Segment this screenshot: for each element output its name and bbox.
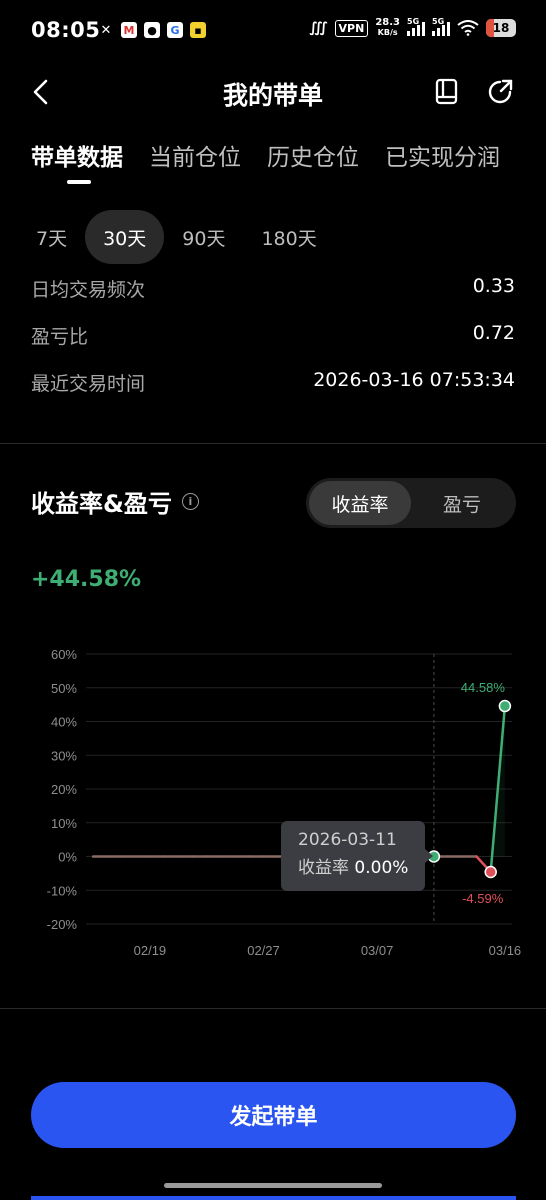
section-title-text: 收益率&盈亏 (31, 490, 172, 518)
return-rate-value: +44.58% (31, 567, 142, 592)
y-tick-label: 50% (51, 681, 77, 696)
max-label: 44.58% (461, 680, 506, 695)
vpn-badge: VPN (334, 19, 369, 37)
tab-copy-data[interactable]: 带单数据 (31, 138, 123, 172)
book-icon[interactable] (434, 78, 460, 106)
stat-row-pl-ratio: 盈亏比 0.72 (31, 322, 515, 349)
network-speed-value: 28.3 (375, 17, 400, 28)
section-divider (0, 443, 546, 444)
y-tick-label: 40% (51, 715, 77, 730)
x-tick-label: 02/27 (247, 943, 280, 958)
stat-label: 盈亏比 (31, 326, 89, 348)
period-180d[interactable]: 180天 (243, 210, 334, 264)
period-selector: 7天 30天 90天 180天 (18, 210, 335, 264)
page-title: 我的带单 (222, 81, 323, 110)
period-30d[interactable]: 30天 (85, 210, 165, 264)
browser-icon: G (167, 22, 183, 38)
section-divider-2 (0, 1008, 546, 1009)
x-icon: ✕ (100, 22, 112, 38)
period-90d[interactable]: 90天 (164, 210, 243, 264)
gmail-icon: M (121, 22, 137, 38)
info-icon[interactable]: i (181, 493, 199, 510)
battery-level: 18 (492, 21, 510, 35)
network-type-1: 5G (407, 17, 420, 26)
y-tick-label: 0% (58, 850, 77, 865)
section-title: 收益率&盈亏 i (31, 484, 199, 519)
toggle-return-rate[interactable]: 收益率 (309, 481, 411, 525)
tab-indicator (67, 180, 91, 184)
qq-icon: ● (144, 22, 160, 38)
stat-row-last-trade: 最近交易时间 2026-03-16 07:53:34 (31, 369, 515, 396)
period-7d[interactable]: 7天 (18, 210, 85, 264)
max-point (498, 699, 512, 713)
y-tick-label: -10% (47, 883, 78, 898)
network-speed: 28.3 KB/s (375, 18, 400, 38)
network-type-2: 5G (432, 17, 445, 26)
stat-value: 0.72 (472, 322, 515, 344)
share-icon[interactable] (486, 78, 514, 106)
min-point (484, 865, 497, 879)
min-label: -4.59% (462, 891, 504, 906)
system-icons: ∭ VPN 28.3 KB/s 5G 5G 18 (309, 17, 516, 38)
x-tick-label: 03/07 (361, 943, 394, 958)
home-indicator[interactable] (164, 1183, 382, 1188)
notification-icons: ✕ M ● G ▪ (98, 22, 206, 38)
x-tick-label: 02/19 (134, 943, 167, 958)
stat-value: 2026-03-16 07:53:34 (313, 369, 515, 391)
stat-label: 日均交易频次 (31, 279, 146, 301)
signal-icon: 5G (407, 17, 425, 36)
signal-icon-2: 5G (432, 17, 450, 36)
wifi-icon (457, 20, 479, 36)
tooltip-label: 收益率 (298, 858, 349, 878)
stat-row-frequency: 日均交易频次 0.33 (31, 275, 515, 302)
network-speed-unit: KB/s (377, 28, 398, 37)
chart-mode-toggle: 收益率 盈亏 (306, 478, 516, 528)
stat-label: 最近交易时间 (31, 373, 146, 395)
x-tick-label: 03/16 (489, 943, 522, 958)
status-time: 08:05 (31, 18, 101, 42)
toggle-profit-loss[interactable]: 盈亏 (411, 481, 513, 525)
status-bar: 08:05 ✕ M ● G ▪ ∭ VPN 28.3 KB/s 5G 5G 18 (0, 0, 546, 62)
battery-icon: 18 (486, 19, 516, 37)
tooltip-value: 0.00% (354, 858, 409, 878)
y-tick-label: 20% (51, 782, 77, 797)
app-icon: ▪ (190, 22, 206, 38)
y-tick-label: 60% (51, 647, 77, 662)
tooltip-row: 收益率 0.00% (298, 853, 425, 878)
y-tick-label: 30% (51, 748, 77, 763)
tooltip-date: 2026-03-11 (298, 830, 397, 850)
main-tabs: 带单数据 当前仓位 历史仓位 已实现分润 (31, 138, 500, 172)
start-copy-trading-button[interactable]: 发起带单 (31, 1082, 516, 1148)
tab-current-positions[interactable]: 当前仓位 (149, 138, 241, 172)
y-tick-label: 10% (51, 816, 77, 831)
y-tick-label: -20% (47, 917, 78, 932)
stat-value: 0.33 (472, 275, 515, 297)
tab-realized-profit[interactable]: 已实现分润 (385, 138, 500, 172)
chart-tooltip: 2026-03-11 收益率 0.00% (281, 821, 433, 891)
return-rate-chart[interactable]: 60% 50% 40% 30% 20% 10% 0% -10% -20% 02/19 02/27 03… (0, 640, 546, 970)
bottom-button-edge (31, 1196, 516, 1200)
network-brand-icon: ∭ (309, 20, 328, 36)
tab-history-positions[interactable]: 历史仓位 (267, 138, 359, 172)
